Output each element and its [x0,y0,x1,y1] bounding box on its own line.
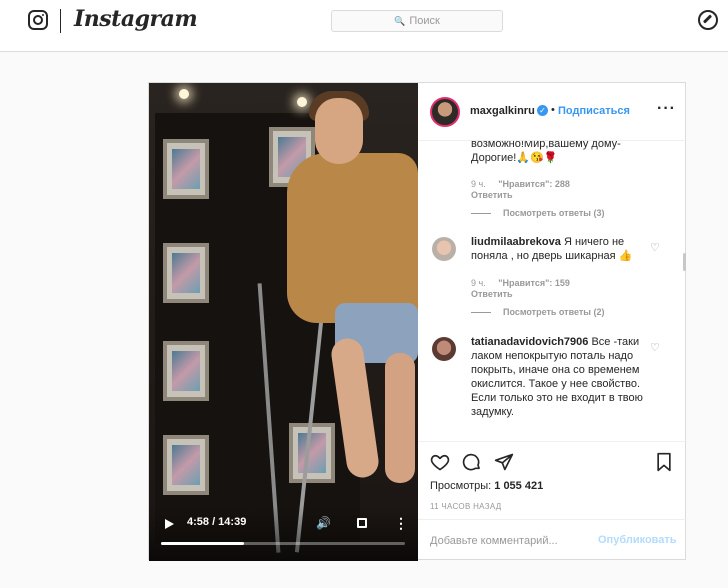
like-heart-icon[interactable] [430,452,450,472]
comment-text: tatianadavidovich7906 Все -таки лаком не… [471,336,643,418]
publish-button[interactable]: Опубликовать [598,534,677,546]
author-avatar[interactable] [430,97,460,127]
post-sidebar: maxgalkinru ✓ • Подписаться ··· возможно… [418,83,687,561]
comment-meta: 9 ч. "Нравится": 159 [471,278,570,288]
commenter-avatar[interactable] [432,337,456,361]
person-leg [385,353,415,483]
share-paper-plane-icon[interactable] [494,452,514,472]
post-header: maxgalkinru ✓ • Подписаться ··· [418,83,687,141]
instagram-logo-icon[interactable] [28,10,48,30]
video-time: 4:58 / 14:39 [187,516,247,528]
post-video[interactable]: 4:58 / 14:39 🔊 ⋮ [149,83,418,561]
painting-frame [163,341,209,401]
post-timestamp[interactable]: 11 ЧАСОВ НАЗАД [430,502,501,511]
video-progress-bar[interactable] [161,542,405,545]
like-comment-heart-icon[interactable]: ♡ [650,341,660,354]
comments-scrollbar[interactable] [683,253,686,271]
view-replies-button[interactable]: Посмотреть ответы (3) [471,208,604,218]
comment-likes[interactable]: "Нравится": 159 [498,278,570,288]
search-placeholder: Поиск [409,15,440,27]
views-count: Просмотры: 1 055 421 [430,480,544,492]
separator-dot: • [551,104,555,116]
comment-time: 9 ч. [471,278,486,288]
comment-text: liudmilaabrekova Я ничего не поняла , но… [471,236,633,262]
add-comment-bar: Опубликовать [418,519,687,561]
comment-username[interactable]: tatianadavidovich7906 [471,336,588,348]
save-bookmark-icon[interactable] [654,452,674,472]
more-options-icon[interactable]: ··· [657,100,676,118]
search-icon: 🔍 [394,15,406,26]
ceiling-lamp [297,97,307,107]
comments-list[interactable]: возможно!Мир,вашему дому-Дорогие!🙏😘🌹 9 ч… [418,141,687,441]
post-actions: Просмотры: 1 055 421 11 ЧАСОВ НАЗАД [418,441,687,531]
fullscreen-icon[interactable] [357,518,367,528]
verified-badge-icon: ✓ [537,105,548,116]
comment-meta: 9 ч. "Нравится": 288 [471,179,570,189]
video-progress-fill [161,542,244,545]
comment-text: возможно!Мир,вашему дому-Дорогие!🙏😘🌹 [471,141,621,164]
author-username[interactable]: maxgalkinru [470,105,535,117]
painting-frame [163,435,209,495]
like-comment-heart-icon[interactable]: ♡ [650,241,660,254]
comment-input[interactable] [430,534,590,548]
comment-time: 9 ч. [471,179,486,189]
reply-button[interactable]: Ответить [471,289,513,299]
view-replies-button[interactable]: Посмотреть ответы (2) [471,307,604,317]
logo-divider [60,9,61,33]
painting-frame [163,139,209,199]
reply-button[interactable]: Ответить [471,190,513,200]
comment-username[interactable]: liudmilaabrekova [471,236,561,248]
play-icon[interactable] [165,519,174,529]
comment-bubble-icon[interactable] [462,452,482,472]
comment-likes[interactable]: "Нравится": 288 [498,179,570,189]
instagram-wordmark[interactable]: Instagram [74,6,198,32]
top-nav: Instagram 🔍 Поиск [0,0,728,52]
volume-icon[interactable]: 🔊 [316,516,331,530]
post-card: 4:58 / 14:39 🔊 ⋮ maxgalkinru ✓ • Подписа… [148,82,687,561]
ceiling-lamp [179,89,189,99]
person [287,153,418,323]
follow-button[interactable]: Подписаться [558,105,630,117]
video-more-icon[interactable]: ⋮ [394,515,408,532]
explore-compass-icon[interactable] [698,10,718,30]
search-box[interactable]: 🔍 Поиск [331,10,503,32]
painting-frame [289,423,335,483]
painting-frame [163,243,209,303]
commenter-avatar[interactable] [432,237,456,261]
person-head [315,98,363,164]
